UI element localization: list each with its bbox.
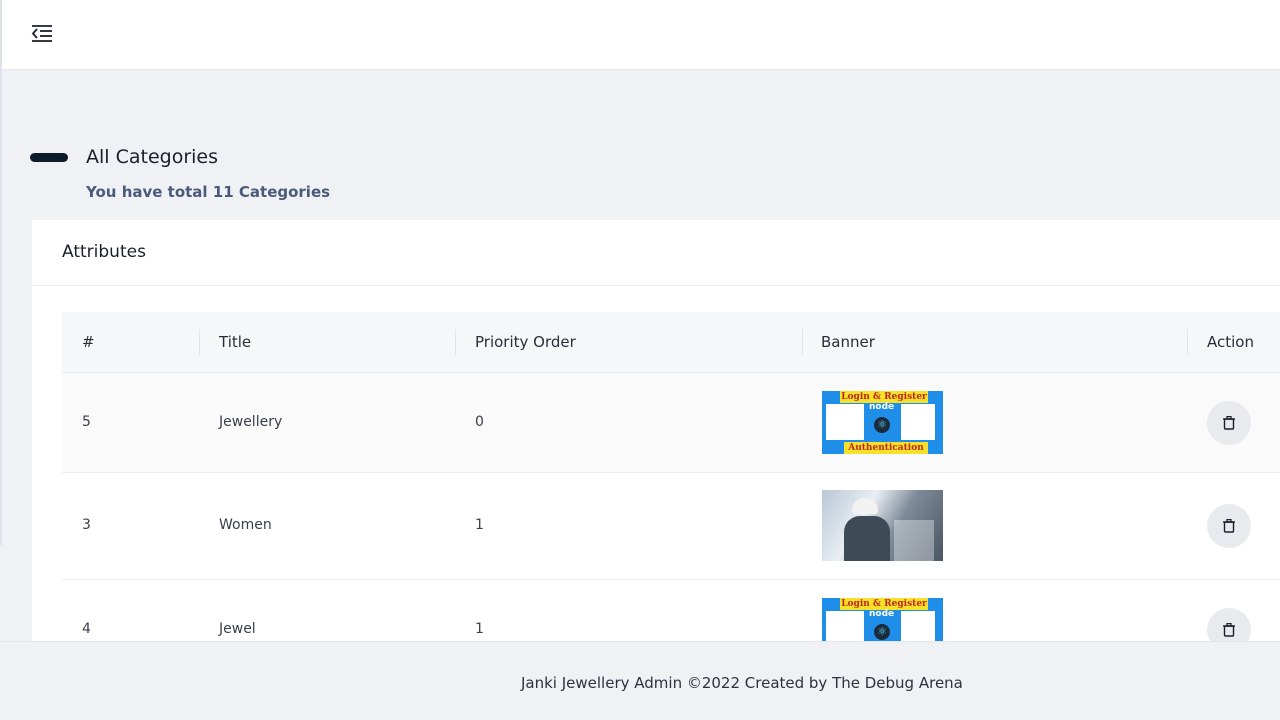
cell-id: 4 xyxy=(82,621,91,637)
column-divider xyxy=(802,329,803,355)
categories-table: # Title Priority Order Banner Action 5 J… xyxy=(62,312,1280,680)
node-logo: node xyxy=(869,609,895,619)
column-header-action: Action xyxy=(1207,333,1254,351)
table-header: # Title Priority Order Banner Action xyxy=(62,312,1280,373)
sidebar-edge xyxy=(0,0,2,545)
cell-id: 5 xyxy=(82,414,91,430)
table-row: 3 Women 1 xyxy=(62,473,1280,580)
react-icon: ⚛ xyxy=(874,624,890,640)
column-header-title: Title xyxy=(219,333,252,351)
column-header-banner: Banner xyxy=(821,333,875,351)
column-divider xyxy=(1187,329,1188,355)
cell-priority: 0 xyxy=(475,414,484,430)
page-subtitle: You have total 11 Categories xyxy=(86,183,331,201)
trash-icon xyxy=(1223,416,1235,430)
menu-collapse-icon[interactable] xyxy=(30,22,54,44)
title-accent-bar xyxy=(30,153,68,162)
page-title: All Categories xyxy=(86,146,219,168)
delete-button[interactable] xyxy=(1207,504,1251,548)
node-logo: node xyxy=(869,402,895,412)
cell-priority: 1 xyxy=(475,621,484,637)
column-header-priority: Priority Order xyxy=(475,333,576,351)
delete-button[interactable] xyxy=(1207,401,1251,445)
cell-title: Jewel xyxy=(219,621,256,637)
card-title: Attributes xyxy=(62,242,146,262)
column-header-id: # xyxy=(82,333,95,351)
trash-icon xyxy=(1223,623,1235,637)
card-header: Attributes xyxy=(32,220,1280,286)
footer-copyright: Janki Jewellery Admin ©2022 Created by T… xyxy=(521,674,963,692)
page-heading: All Categories You have total 11 Categor… xyxy=(30,140,630,210)
categories-card: Attributes # Title Priority Order Banner… xyxy=(32,220,1280,680)
cell-title: Women xyxy=(219,517,272,533)
table-row: 5 Jewellery 0 Login & Register node ⚛ Au… xyxy=(62,373,1280,473)
cell-id: 3 xyxy=(82,517,91,533)
login-register-auth-banner: Login & Register node ⚛ Authentication xyxy=(822,391,943,454)
cell-priority: 1 xyxy=(475,517,484,533)
banner-bottom-label: Authentication xyxy=(844,442,928,454)
react-icon: ⚛ xyxy=(874,417,890,433)
column-divider xyxy=(455,329,456,355)
cell-title: Jewellery xyxy=(219,414,283,430)
trash-icon xyxy=(1223,519,1235,533)
column-divider xyxy=(199,329,200,355)
engineer-city-photo-banner xyxy=(822,490,943,561)
top-navbar xyxy=(0,0,1280,70)
page-footer: Janki Jewellery Admin ©2022 Created by T… xyxy=(0,641,1280,720)
